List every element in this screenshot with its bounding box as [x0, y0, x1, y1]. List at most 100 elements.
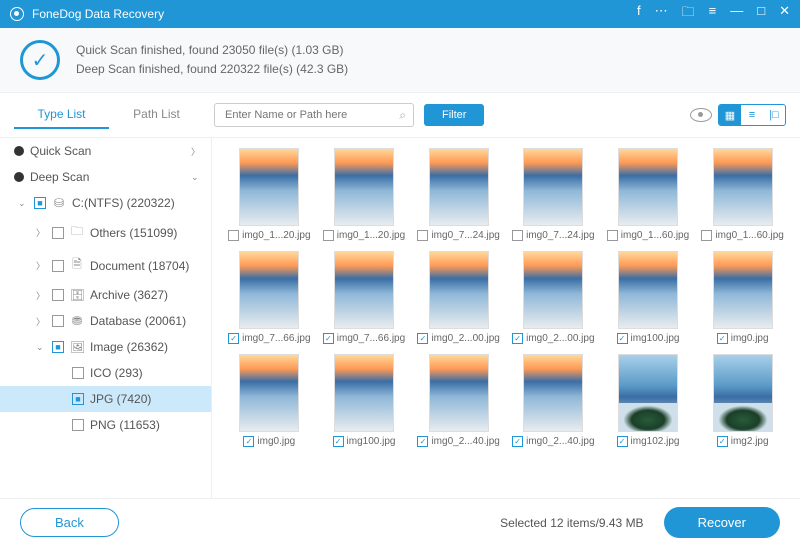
sidebar-item-jpg[interactable]: ■ JPG (7420): [0, 386, 211, 412]
back-button[interactable]: Back: [20, 508, 119, 537]
file-name: img0_1...60.jpg: [715, 230, 783, 241]
sidebar-item-deep-scan[interactable]: Deep Scan ⌄: [0, 164, 211, 190]
file-checkbox[interactable]: ✓: [617, 436, 628, 447]
sidebar-label: Others (151099): [90, 226, 177, 240]
file-thumb[interactable]: ✓img100.jpg: [321, 354, 408, 447]
file-thumb[interactable]: ✓img0.jpg: [226, 354, 313, 447]
sidebar-item-archive[interactable]: 〉 🗄 Archive (3627): [0, 282, 211, 308]
sidebar-item-ico[interactable]: ICO (293): [0, 360, 211, 386]
file-checkbox[interactable]: [512, 230, 523, 241]
search-icon[interactable]: ⌕: [399, 108, 406, 123]
filter-button[interactable]: Filter: [424, 104, 484, 126]
checkbox-icon[interactable]: [72, 367, 84, 379]
chevron-right-icon: 〉: [191, 145, 201, 158]
checkbox-icon[interactable]: [52, 289, 64, 301]
view-detail-icon[interactable]: |□: [763, 105, 785, 125]
file-thumb[interactable]: ✓img0_7...66.jpg: [226, 251, 313, 344]
file-checkbox[interactable]: ✓: [717, 436, 728, 447]
thumbnail-image: [239, 251, 299, 329]
file-thumb[interactable]: img0_7...24.jpg: [415, 148, 502, 241]
sidebar-label: Image (26362): [90, 340, 168, 354]
search-input[interactable]: [214, 103, 414, 127]
file-checkbox[interactable]: ✓: [512, 436, 523, 447]
file-thumb[interactable]: img0_1...60.jpg: [605, 148, 692, 241]
sidebar-label: Database (20061): [90, 314, 186, 328]
file-checkbox[interactable]: [607, 230, 618, 241]
titlebar: FoneDog Data Recovery f ⋯ 🗀 ≡ — □ ✕: [0, 0, 800, 28]
chevron-right-icon: 〉: [36, 226, 46, 239]
sidebar-item-drive[interactable]: ⌄ ■ ⛁ C:(NTFS) (220322): [0, 190, 211, 216]
file-thumb[interactable]: ✓img0_2...40.jpg: [510, 354, 597, 447]
thumbnail-image: [429, 148, 489, 226]
thumbnail-image: [334, 251, 394, 329]
view-list-icon[interactable]: ≡: [741, 105, 763, 125]
recover-button[interactable]: Recover: [664, 507, 780, 538]
file-name: img100.jpg: [631, 333, 680, 344]
file-checkbox[interactable]: [701, 230, 712, 241]
menu-icon[interactable]: ≡: [709, 3, 717, 25]
maximize-icon[interactable]: □: [757, 3, 765, 25]
file-thumb[interactable]: ✓img100.jpg: [605, 251, 692, 344]
sidebar-item-database[interactable]: 〉 ⛃ Database (20061): [0, 308, 211, 334]
file-name: img0_1...20.jpg: [242, 230, 310, 241]
thumbnail-image: [429, 251, 489, 329]
file-checkbox[interactable]: ✓: [323, 333, 334, 344]
file-checkbox[interactable]: [323, 230, 334, 241]
sidebar-label: Archive (3627): [90, 288, 168, 302]
file-thumb[interactable]: ✓img102.jpg: [605, 354, 692, 447]
checkbox-icon[interactable]: [52, 227, 64, 239]
checkbox-icon[interactable]: ■: [52, 341, 64, 353]
file-name: img0_2...40.jpg: [431, 436, 499, 447]
file-thumb[interactable]: ✓img2.jpg: [699, 354, 786, 447]
sidebar-item-image[interactable]: ⌄ ■ 🖼 Image (26362): [0, 334, 211, 360]
search-box: ⌕: [214, 103, 414, 127]
save-icon[interactable]: 🗀: [682, 3, 695, 25]
file-thumb[interactable]: img0_7...24.jpg: [510, 148, 597, 241]
file-checkbox[interactable]: ✓: [617, 333, 628, 344]
minimize-icon[interactable]: —: [730, 3, 743, 25]
chevron-right-icon: 〉: [36, 289, 46, 302]
folder-icon: 🗀: [70, 222, 84, 243]
file-checkbox[interactable]: ✓: [228, 333, 239, 344]
checkbox-icon[interactable]: ■: [34, 197, 46, 209]
sidebar-item-document[interactable]: 〉 🗎 Document (18704): [0, 249, 211, 282]
checkbox-icon[interactable]: [52, 315, 64, 327]
checkbox-icon[interactable]: [52, 260, 64, 272]
file-checkbox[interactable]: ✓: [512, 333, 523, 344]
tab-path-list[interactable]: Path List: [109, 101, 204, 129]
file-checkbox[interactable]: ✓: [333, 436, 344, 447]
view-controls: ▦ ≡ |□: [690, 104, 786, 126]
sidebar-label: JPG (7420): [90, 392, 151, 406]
file-checkbox[interactable]: [417, 230, 428, 241]
preview-eye-icon[interactable]: [690, 108, 712, 122]
file-thumb[interactable]: img0_1...20.jpg: [321, 148, 408, 241]
view-grid-icon[interactable]: ▦: [719, 105, 741, 125]
file-checkbox[interactable]: ✓: [417, 333, 428, 344]
file-thumb[interactable]: ✓img0_2...00.jpg: [510, 251, 597, 344]
file-thumb[interactable]: img0_1...60.jpg: [699, 148, 786, 241]
checkbox-icon[interactable]: ■: [72, 393, 84, 405]
file-thumb[interactable]: ✓img0_7...66.jpg: [321, 251, 408, 344]
facebook-icon[interactable]: f: [637, 3, 641, 25]
file-checkbox[interactable]: ✓: [243, 436, 254, 447]
file-thumb[interactable]: ✓img0_2...00.jpg: [415, 251, 502, 344]
feedback-icon[interactable]: ⋯: [655, 3, 668, 25]
app-logo-icon: [10, 7, 24, 21]
file-thumb[interactable]: img0_1...20.jpg: [226, 148, 313, 241]
file-name: img100.jpg: [347, 436, 396, 447]
database-icon: ⛃: [70, 314, 84, 328]
file-thumb[interactable]: ✓img0.jpg: [699, 251, 786, 344]
checkbox-icon[interactable]: [72, 419, 84, 431]
file-checkbox[interactable]: ✓: [417, 436, 428, 447]
file-checkbox[interactable]: [228, 230, 239, 241]
sidebar-item-png[interactable]: PNG (11653): [0, 412, 211, 438]
toolbar: Type List Path List ⌕ Filter ▦ ≡ |□: [0, 93, 800, 138]
thumbnail-image: [713, 148, 773, 226]
file-grid: img0_1...20.jpgimg0_1...20.jpgimg0_7...2…: [212, 138, 800, 498]
file-thumb[interactable]: ✓img0_2...40.jpg: [415, 354, 502, 447]
file-checkbox[interactable]: ✓: [717, 333, 728, 344]
sidebar-item-quick-scan[interactable]: Quick Scan 〉: [0, 138, 211, 164]
sidebar-item-others[interactable]: 〉 🗀 Others (151099): [0, 216, 211, 249]
tab-type-list[interactable]: Type List: [14, 101, 109, 129]
close-icon[interactable]: ✕: [779, 3, 790, 25]
